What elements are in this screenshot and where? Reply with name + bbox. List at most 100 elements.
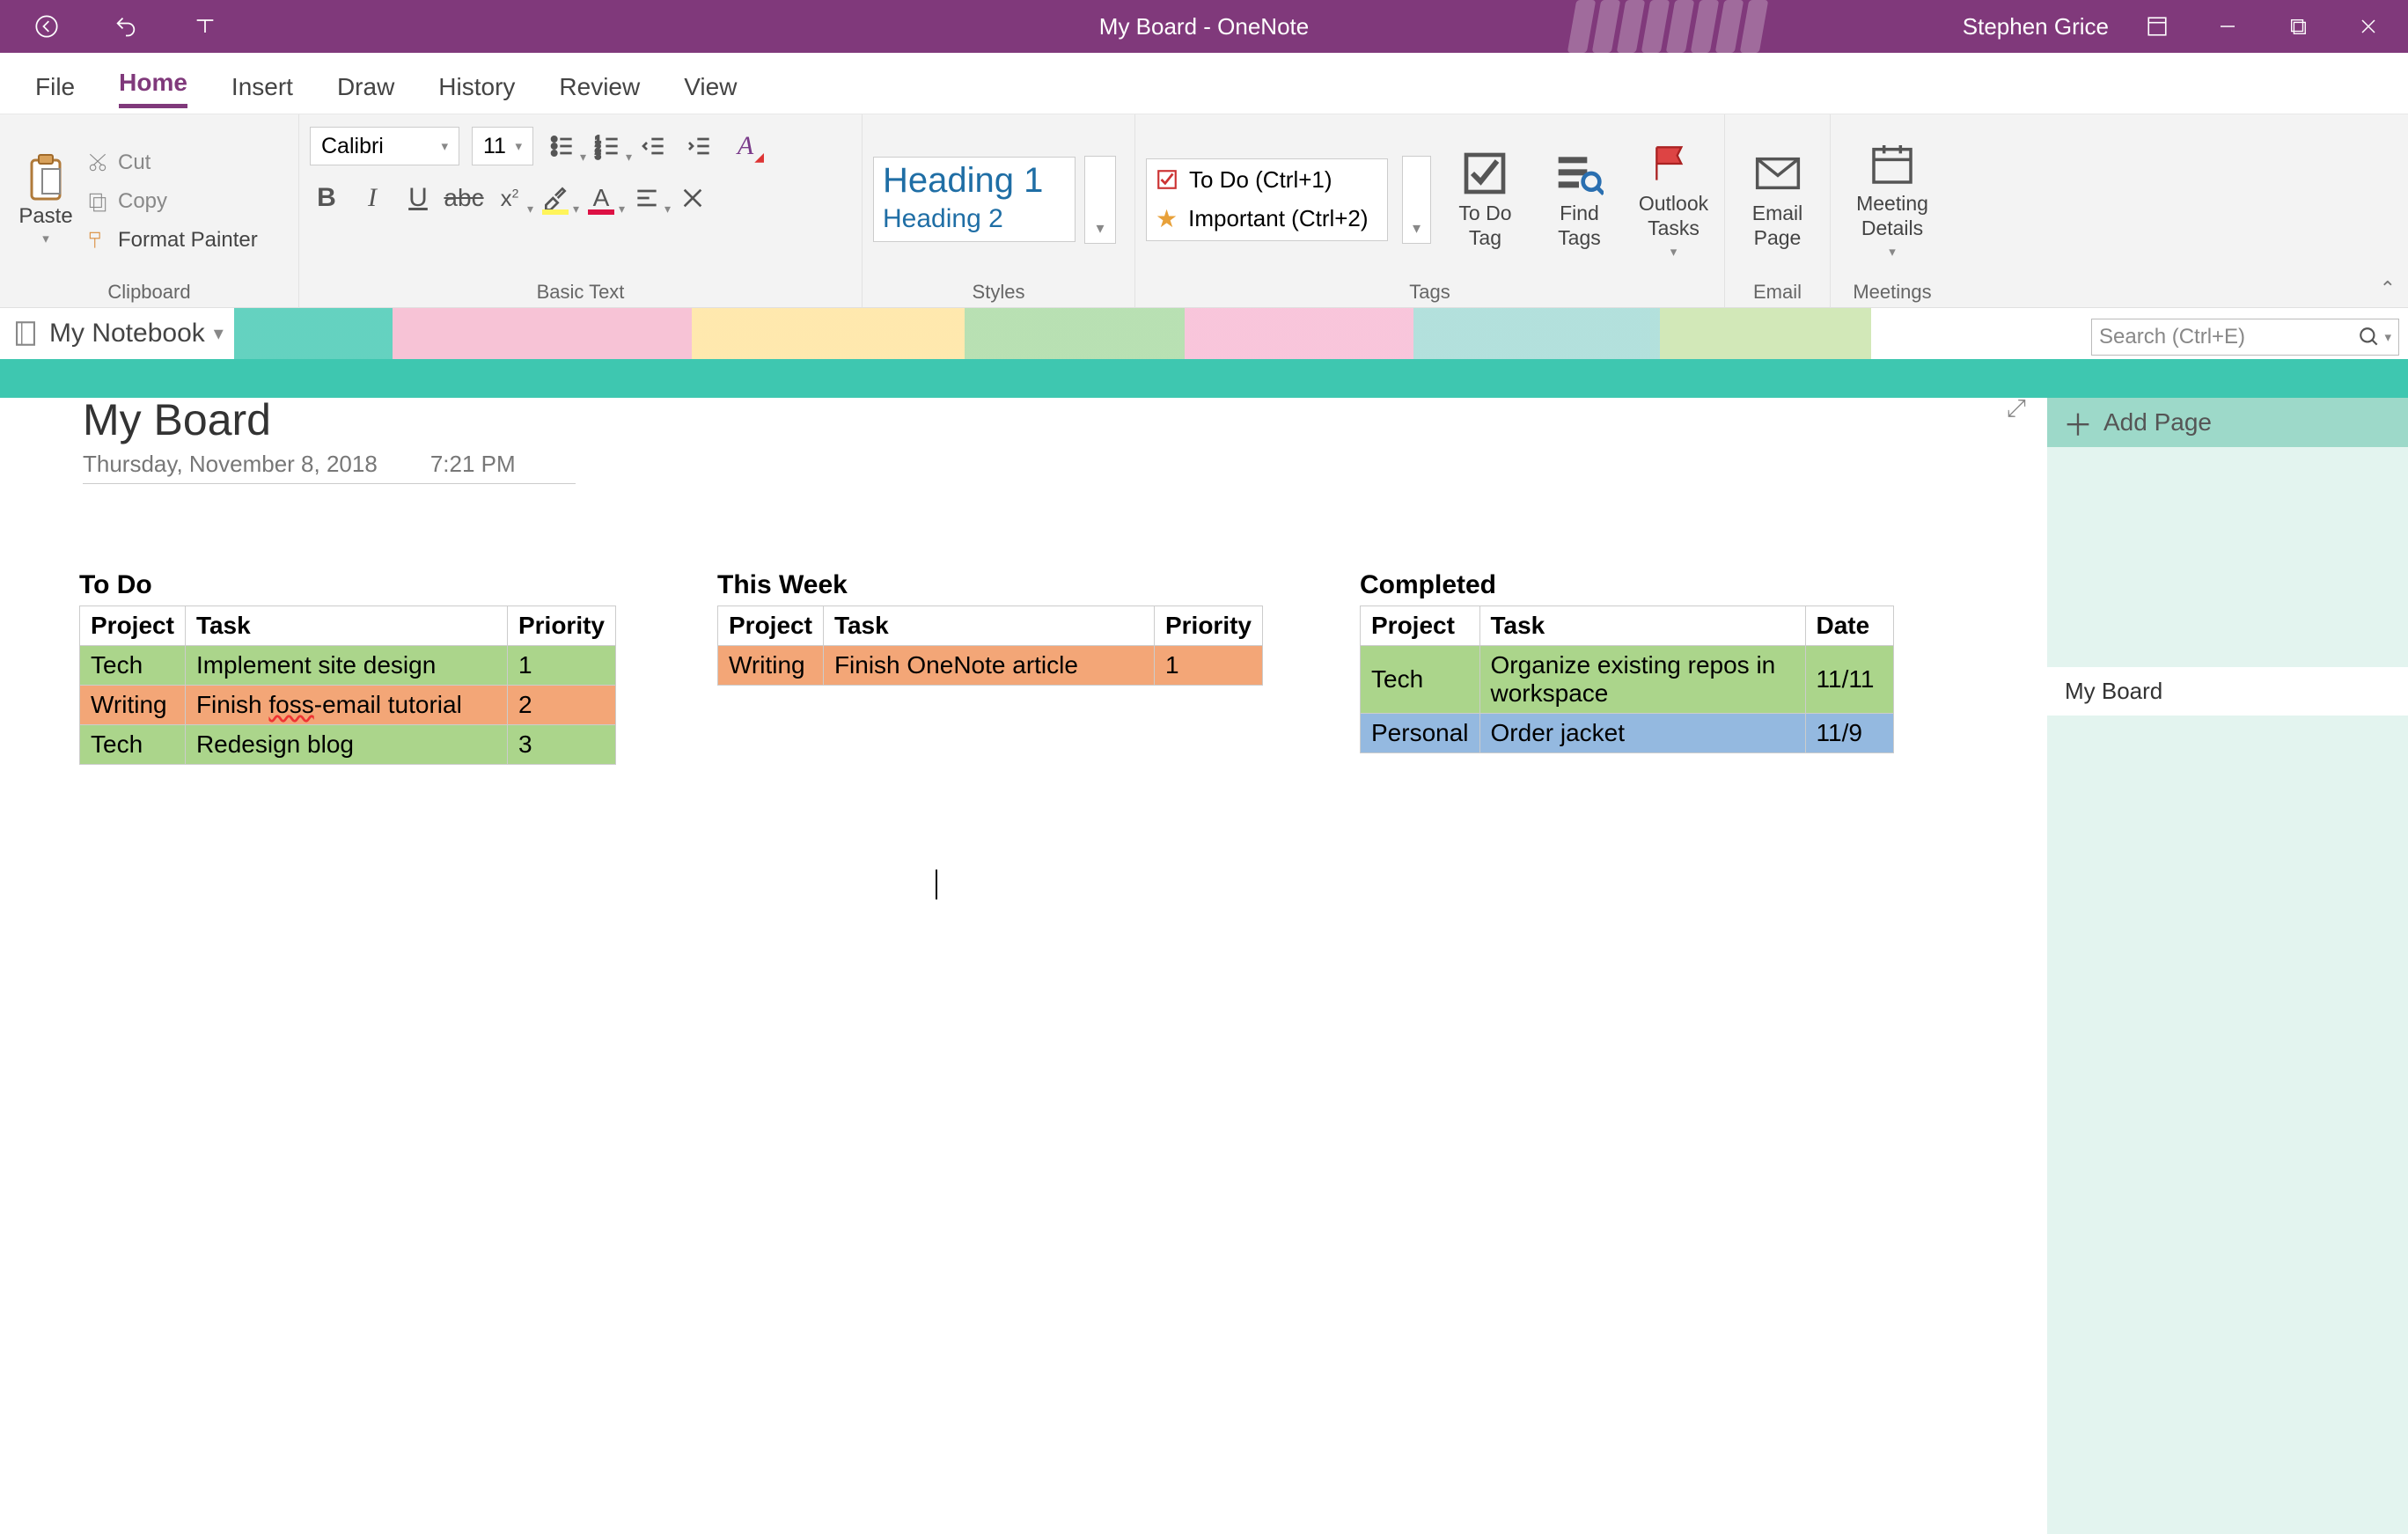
bold-button[interactable]: B <box>310 181 343 215</box>
menu-bar: File Home Insert Draw History Review Vie… <box>0 53 2408 114</box>
table-row[interactable]: Tech Implement site design 1 <box>80 646 616 686</box>
outdent-button[interactable] <box>637 129 671 163</box>
todo-tag-button[interactable]: To Do Tag <box>1445 149 1525 250</box>
chevron-down-icon: ▾ <box>2384 329 2391 345</box>
delete-button[interactable] <box>676 181 709 215</box>
search-input[interactable]: Search (Ctrl+E) ▾ <box>2091 319 2399 356</box>
ribbon-group-styles: Heading 1 Heading 2 ▾ Styles <box>863 114 1135 307</box>
ribbon-group-basic-text: Calibri▾ 11▾ ▾ 123▾ A◢ B I U abc x2▾ ▾ A… <box>299 114 863 307</box>
font-selector[interactable]: Calibri▾ <box>310 127 459 165</box>
numbering-button[interactable]: 123▾ <box>591 129 625 163</box>
chevron-down-icon: ▾ <box>42 231 49 246</box>
notebook-row: My Notebook ▾ Search (Ctrl+E) ▾ <box>0 308 2408 359</box>
undo-icon[interactable] <box>104 4 148 48</box>
styles-expand-button[interactable]: ▾ <box>1084 156 1116 244</box>
superscript-button[interactable]: x2▾ <box>493 181 526 215</box>
page-canvas[interactable]: ⤢ My Board Thursday, November 8, 2018 7:… <box>0 359 2047 1534</box>
email-page-button[interactable]: Email Page <box>1736 149 1819 250</box>
minimize-icon[interactable] <box>2206 4 2250 48</box>
expand-icon[interactable]: ⤢ <box>2007 394 2026 423</box>
copy-button[interactable]: Copy <box>86 189 258 214</box>
maximize-icon[interactable] <box>2276 4 2320 48</box>
qat-customize-icon[interactable] <box>183 4 227 48</box>
board-this-week[interactable]: This Week Project Task Priority Writing … <box>717 570 1263 686</box>
board-completed[interactable]: Completed Project Task Date Tech Organiz… <box>1360 570 1905 753</box>
board-title: Completed <box>1360 570 1905 600</box>
menu-view[interactable]: View <box>684 73 737 108</box>
page-title[interactable]: My Board <box>83 394 576 445</box>
svg-text:3: 3 <box>595 151 600 160</box>
ribbon-group-meetings: Meeting Details▾ Meetings <box>1831 114 1954 307</box>
ribbon-group-tags: To Do (Ctrl+1) ★Important (Ctrl+2) ▾ To … <box>1135 114 1725 307</box>
notebook-icon <box>11 319 40 349</box>
close-icon[interactable] <box>2346 4 2390 48</box>
table-row[interactable]: Tech Redesign blog 3 <box>80 725 616 765</box>
chevron-down-icon: ▾ <box>515 138 522 154</box>
chevron-down-icon: ▾ <box>626 150 632 165</box>
italic-button[interactable]: I <box>356 181 389 215</box>
clear-formatting-button[interactable]: A◢ <box>729 129 762 163</box>
board-todo[interactable]: To Do Project Task Priority Tech Impleme… <box>79 570 616 765</box>
highlight-button[interactable]: ▾ <box>539 181 572 215</box>
titlebar-decoration <box>1572 0 1924 53</box>
meeting-details-button[interactable]: Meeting Details▾ <box>1848 139 1936 260</box>
window-title: My Board - OneNote <box>1099 13 1309 40</box>
ribbon-display-icon[interactable] <box>2135 4 2179 48</box>
menu-draw[interactable]: Draw <box>337 73 394 108</box>
table-row[interactable]: Personal Order jacket 11/9 <box>1361 714 1894 753</box>
chevron-down-icon: ▾ <box>441 138 448 154</box>
page-title-block[interactable]: My Board Thursday, November 8, 2018 7:21… <box>83 394 576 484</box>
strikethrough-button[interactable]: abc <box>447 181 481 215</box>
menu-history[interactable]: History <box>438 73 515 108</box>
menu-insert[interactable]: Insert <box>231 73 293 108</box>
text-cursor <box>936 870 937 899</box>
menu-review[interactable]: Review <box>559 73 640 108</box>
tags-gallery[interactable]: To Do (Ctrl+1) ★Important (Ctrl+2) <box>1146 158 1388 241</box>
ribbon-group-clipboard: Paste ▾ Cut Copy Format Painter Clipboar… <box>0 114 299 307</box>
section-band <box>0 359 2047 398</box>
bullets-button[interactable]: ▾ <box>546 129 579 163</box>
align-button[interactable]: ▾ <box>630 181 664 215</box>
table-row[interactable]: Writing Finish OneNote article 1 <box>718 646 1263 686</box>
title-bar: My Board - OneNote Stephen Grice <box>0 0 2408 53</box>
font-size-selector[interactable]: 11▾ <box>472 127 533 165</box>
chevron-down-icon: ▾ <box>1889 244 1896 260</box>
table-header-row: Project Task Date <box>1361 606 1894 646</box>
cut-button[interactable]: Cut <box>86 150 258 175</box>
section-band <box>2047 359 2408 398</box>
table-row[interactable]: Tech Organize existing repos in workspac… <box>1361 646 1894 714</box>
add-page-button[interactable]: ＋ Add Page <box>2047 398 2408 447</box>
tags-expand-button[interactable]: ▾ <box>1402 156 1431 244</box>
star-icon: ★ <box>1156 204 1178 233</box>
page-date: Thursday, November 8, 2018 <box>83 451 378 478</box>
page-time: 7:21 PM <box>430 451 516 478</box>
menu-file[interactable]: File <box>35 73 75 108</box>
collapse-ribbon-icon[interactable]: ⌃ <box>2380 277 2396 300</box>
notebook-selector[interactable]: My Notebook ▾ <box>0 308 234 359</box>
paste-button[interactable]: Paste ▾ <box>11 153 81 246</box>
ribbon-group-label: Basic Text <box>310 277 851 304</box>
back-icon[interactable] <box>25 4 69 48</box>
ribbon-group-label: Meetings <box>1841 277 1943 304</box>
table-row[interactable]: Writing Finish foss-email tutorial 2 <box>80 686 616 725</box>
ribbon-group-label: Clipboard <box>11 277 288 304</box>
user-name[interactable]: Stephen Grice <box>1963 13 2109 40</box>
workspace: ⤢ My Board Thursday, November 8, 2018 7:… <box>0 359 2408 1534</box>
search-icon <box>2358 326 2381 349</box>
menu-home[interactable]: Home <box>119 69 187 108</box>
outlook-tasks-button[interactable]: Outlook Tasks▾ <box>1633 139 1714 260</box>
font-color-button[interactable]: A▾ <box>584 181 618 215</box>
chevron-down-icon: ▾ <box>580 150 586 165</box>
page-list-item[interactable]: My Board <box>2047 667 2408 716</box>
plus-icon: ＋ <box>2063 401 2093 444</box>
indent-button[interactable] <box>683 129 716 163</box>
underline-button[interactable]: U <box>401 181 435 215</box>
page-list-pane: ＋ Add Page My Board <box>2047 359 2408 1534</box>
chevron-down-icon: ▾ <box>214 322 224 345</box>
format-painter-button[interactable]: Format Painter <box>86 228 258 253</box>
find-tags-button[interactable]: Find Tags <box>1539 149 1619 250</box>
ribbon-group-email: Email Page Email <box>1725 114 1831 307</box>
section-tabs[interactable] <box>234 308 2091 359</box>
styles-gallery[interactable]: Heading 1 Heading 2 <box>873 157 1076 242</box>
chevron-down-icon: ▾ <box>573 202 579 217</box>
